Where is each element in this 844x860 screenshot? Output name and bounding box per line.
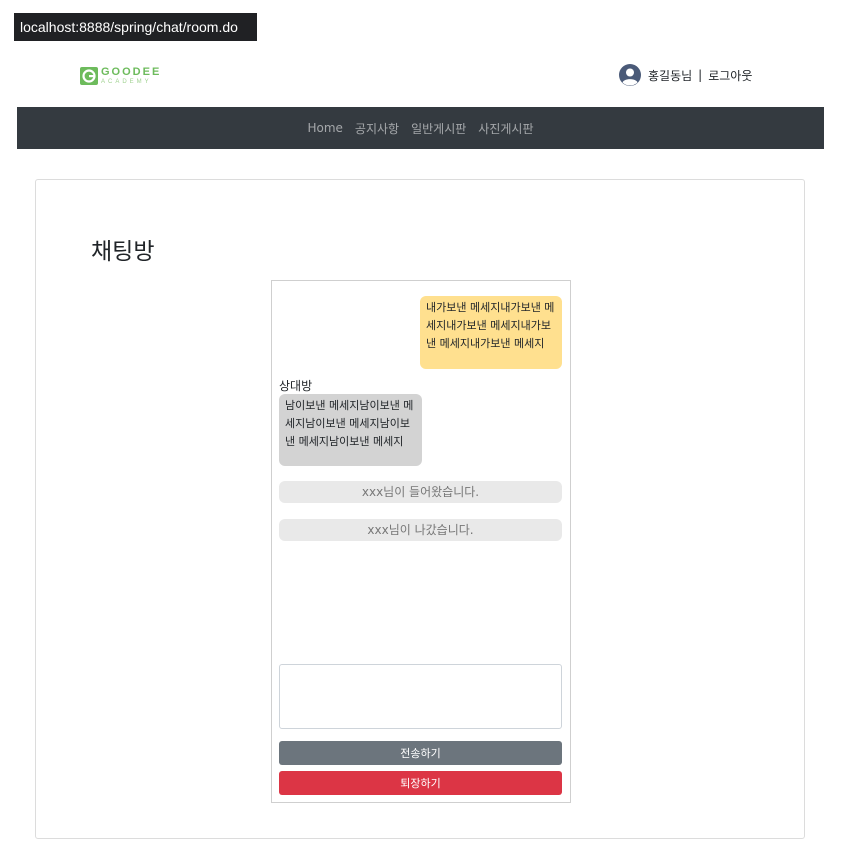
site-logo[interactable]: GOODEE ACADEMY [80,66,159,86]
leave-room-button[interactable]: 퇴장하기 [279,771,562,795]
chat-panel: 내가보낸 메세지내가보낸 메세지내가보낸 메세지내가보낸 메세지내가보낸 메세지… [271,280,571,803]
browser-url: localhost:8888/spring/chat/room.do [14,13,257,41]
logout-link[interactable]: 로그아웃 [708,67,752,84]
message-input[interactable] [279,664,562,729]
enter-notice: xxx님이 들어왔습니다. [279,481,562,503]
avatar-icon [619,64,641,86]
nav-item-notice[interactable]: 공지사항 [355,120,399,137]
user-name: 홍길동님 [648,68,693,83]
my-message-bubble: 내가보낸 메세지내가보낸 메세지내가보낸 메세지내가보낸 메세지내가보낸 메세지 [420,296,562,369]
nav-item-board[interactable]: 일반게시판 [411,120,466,137]
nav-item-home[interactable]: Home [307,121,342,135]
logo-subtitle: ACADEMY [101,79,152,85]
page-title: 채팅방 [91,239,155,265]
other-message-bubble: 남이보낸 메세지남이보낸 메세지남이보낸 메세지남이보낸 메세지남이보낸 메세지 [279,394,422,466]
nav-item-photo-board[interactable]: 사진게시판 [478,120,533,137]
user-menu: 홍길동님 | 로그아웃 [619,64,752,86]
goodee-logo-icon [80,67,98,85]
other-sender-name: 상대방 [279,379,313,393]
main-navbar: Home 공지사항 일반게시판 사진게시판 [17,107,824,149]
send-button[interactable]: 전송하기 [279,741,562,765]
leave-notice: xxx님이 나갔습니다. [279,519,562,541]
user-separator: | [698,68,703,82]
